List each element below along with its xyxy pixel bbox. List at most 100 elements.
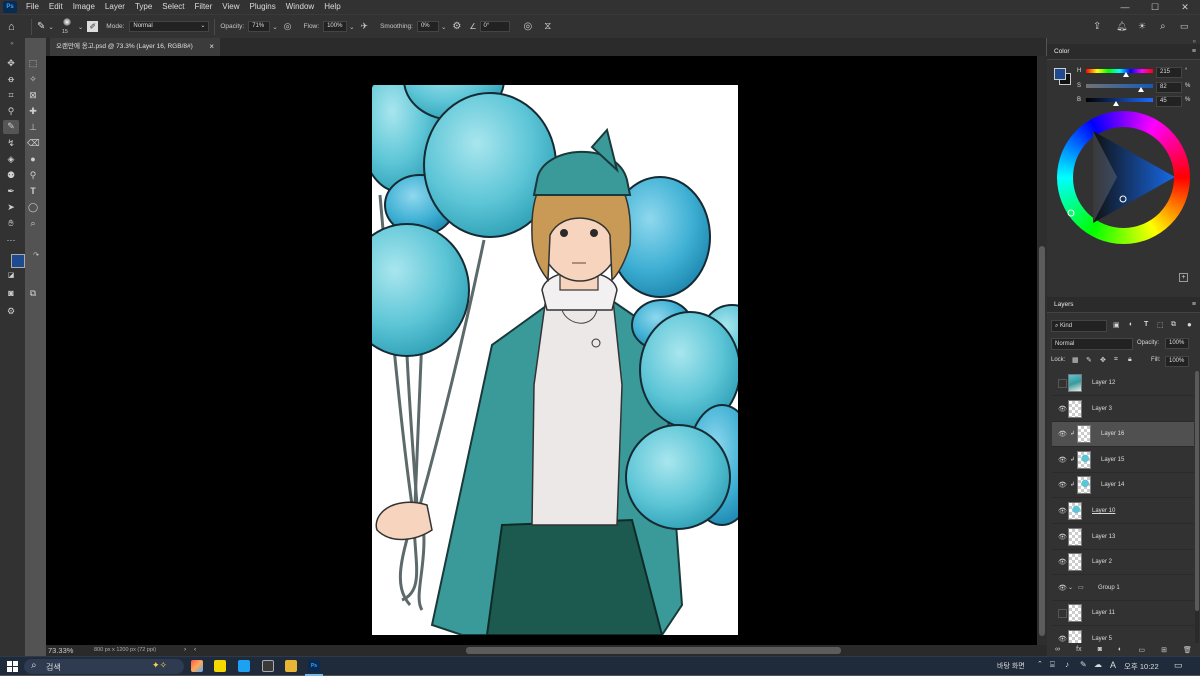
symmetry-icon[interactable]: ⧖ — [544, 21, 551, 32]
menu-edit[interactable]: Edit — [44, 0, 68, 14]
brightness-slider[interactable] — [1086, 98, 1153, 106]
eye-icon[interactable]: 👁︎ — [1058, 481, 1067, 490]
layer-row[interactable]: 👁︎ ↲ Layer 15 — [1052, 448, 1194, 473]
lightbulb-icon[interactable]: ☀ — [1138, 21, 1146, 32]
layer-row[interactable]: Layer 11 — [1052, 601, 1194, 627]
menu-window[interactable]: Window — [281, 0, 319, 14]
magic-wand-tool-icon[interactable]: ✧ — [27, 73, 39, 85]
layer-row[interactable]: 👁︎ ⌄ ▭ Group 1 — [1052, 576, 1194, 601]
ellipse-tool-icon[interactable]: ◯ — [27, 201, 39, 213]
chevron-down-icon[interactable]: ⌄ — [78, 23, 83, 31]
angle-input[interactable]: 0° — [479, 21, 510, 32]
search-icon[interactable]: ⌕ — [1160, 21, 1166, 32]
zoom-level[interactable]: 73.33% — [48, 646, 73, 655]
document-info[interactable]: 800 px x 1200 px (72 ppi) — [94, 647, 156, 653]
layers-panel-header[interactable]: Layers — [1047, 297, 1200, 313]
layer-row[interactable]: Layer 12 — [1052, 371, 1194, 396]
layer-style-icon[interactable]: fx — [1076, 646, 1081, 653]
file-explorer-icon[interactable] — [285, 660, 297, 672]
pressure-size-icon[interactable]: ◎ — [524, 21, 533, 32]
filter-shape-icon[interactable]: ⬚ — [1157, 321, 1164, 329]
photoshop-taskbar-icon[interactable]: Ps — [308, 660, 320, 672]
color-panel-menu-icon[interactable]: ≡ — [1192, 48, 1196, 55]
eyedropper-tool-icon[interactable]: ⚲ — [5, 105, 17, 117]
mode-select[interactable]: Normal ⌄ — [129, 21, 210, 32]
saturation-input[interactable]: 82 — [1156, 82, 1182, 93]
layer-row[interactable]: 👁︎ Layer 3 — [1052, 397, 1194, 422]
hidden-eye-icon[interactable] — [1058, 379, 1067, 388]
eye-icon[interactable]: 👁︎ — [1058, 533, 1067, 542]
maximize-button[interactable]: ☐ — [1140, 0, 1170, 14]
scroll-thumb[interactable] — [1039, 246, 1045, 636]
crop-tool-icon[interactable]: ⌗ — [5, 89, 17, 101]
artwork-canvas[interactable] — [372, 85, 738, 635]
vertical-scrollbar[interactable] — [1037, 56, 1047, 645]
menu-select[interactable]: Select — [157, 0, 189, 14]
foreground-color-swatch[interactable] — [11, 254, 25, 268]
marquee-tool-icon[interactable]: ⬚ — [27, 57, 39, 69]
onedrive-icon[interactable]: ☁ — [1094, 660, 1102, 669]
lock-position-icon[interactable]: ✥ — [1100, 356, 1106, 364]
eye-icon[interactable]: 👁︎ — [1058, 635, 1067, 643]
close-button[interactable]: ✕ — [1170, 0, 1200, 14]
windows-start-icon[interactable] — [7, 661, 18, 672]
clone-stamp-tool-icon[interactable]: ⊥ — [27, 121, 39, 133]
link-layers-icon[interactable]: ∞ — [1055, 646, 1060, 653]
layers-scrollbar[interactable] — [1195, 371, 1199, 643]
menu-help[interactable]: Help — [319, 0, 345, 14]
pen-tool-icon[interactable]: ✒ — [5, 185, 17, 197]
layer-row[interactable]: 👁︎ Layer 5 — [1052, 627, 1194, 643]
color-panel-header[interactable]: Color — [1047, 44, 1200, 60]
delete-layer-icon[interactable]: 🗑︎ — [1183, 646, 1192, 654]
layers-panel-menu-icon[interactable]: ≡ — [1192, 301, 1196, 308]
menu-filter[interactable]: Filter — [190, 0, 218, 14]
filter-pixel-icon[interactable]: ▣ — [1113, 321, 1120, 329]
status-menu-chevron-icon[interactable]: › — [184, 646, 186, 653]
eye-icon[interactable]: 👁︎ — [1058, 558, 1067, 567]
lock-all-icon[interactable]: 🔒︎ — [1128, 356, 1132, 364]
tray-desktop-label[interactable]: 바탕 화면 — [997, 661, 1025, 671]
add-to-swatches-icon[interactable]: + — [1179, 273, 1188, 282]
chevron-down-icon[interactable]: ⌄ — [272, 23, 277, 31]
swap-colors-icon[interactable]: ↷ — [30, 250, 42, 262]
close-tab-icon[interactable]: × — [209, 38, 214, 56]
opacity-input[interactable]: 71% — [248, 21, 271, 32]
type-tool-icon[interactable]: T — [27, 185, 39, 197]
brush-preset-picker[interactable]: 15 — [60, 16, 74, 38]
filter-adjustment-icon[interactable]: ◐ — [1129, 321, 1133, 328]
brightness-slider-knob[interactable] — [1113, 101, 1120, 106]
color-panel-foreground-swatch[interactable] — [1054, 68, 1066, 80]
chevron-down-icon[interactable]: ⌄ — [441, 23, 446, 31]
minimize-button[interactable]: — — [1110, 0, 1140, 14]
edit-toolbar-icon[interactable]: ⚙ — [5, 305, 17, 317]
saturation-slider-knob[interactable] — [1137, 87, 1144, 92]
brush-tool-icon[interactable]: ✎ — [37, 21, 45, 32]
eye-icon[interactable]: 👁︎ — [1058, 405, 1067, 414]
hidden-eye-icon[interactable] — [1058, 609, 1067, 619]
tray-chevron-icon[interactable]: ⌃ — [1037, 660, 1043, 668]
layer-row[interactable]: 👁︎ ↲ Layer 14 — [1052, 473, 1194, 499]
layer-opacity-input[interactable]: 100% — [1165, 338, 1189, 349]
history-brush-tool-icon[interactable]: ↯ — [5, 137, 17, 149]
new-layer-icon[interactable]: ⊞ — [1161, 646, 1167, 654]
workspace-icon[interactable]: ▭ — [1180, 21, 1189, 32]
notification-icon[interactable]: ▭ — [1174, 660, 1183, 671]
hue-input[interactable]: 215 — [1156, 67, 1182, 78]
lasso-tool-icon[interactable]: ꝋ — [5, 73, 17, 85]
menu-type[interactable]: Type — [130, 0, 157, 14]
menu-file[interactable]: File — [21, 0, 44, 14]
lock-artboard-icon[interactable]: ⌗ — [1114, 356, 1118, 364]
brush-tool-icon[interactable]: ✎ — [3, 120, 19, 134]
group-chevron-icon[interactable]: ⌄ — [1068, 584, 1073, 591]
eye-icon[interactable]: 👁︎ — [1058, 456, 1067, 465]
blur-tool-icon[interactable]: ● — [27, 153, 39, 165]
color-triangle[interactable] — [1057, 111, 1190, 244]
menu-plugins[interactable]: Plugins — [245, 0, 281, 14]
layer-row[interactable]: 👁︎ Layer 10 — [1052, 499, 1194, 524]
move-tool-icon[interactable]: ✥ — [5, 57, 17, 69]
paint-bucket-tool-icon[interactable]: ◈ — [5, 153, 17, 165]
flow-input[interactable]: 100% — [323, 21, 348, 32]
pressure-opacity-icon[interactable]: ◎ — [284, 21, 292, 32]
scroll-left-icon[interactable]: ‹ — [194, 646, 196, 653]
healing-brush-tool-icon[interactable]: ✚ — [27, 105, 39, 117]
